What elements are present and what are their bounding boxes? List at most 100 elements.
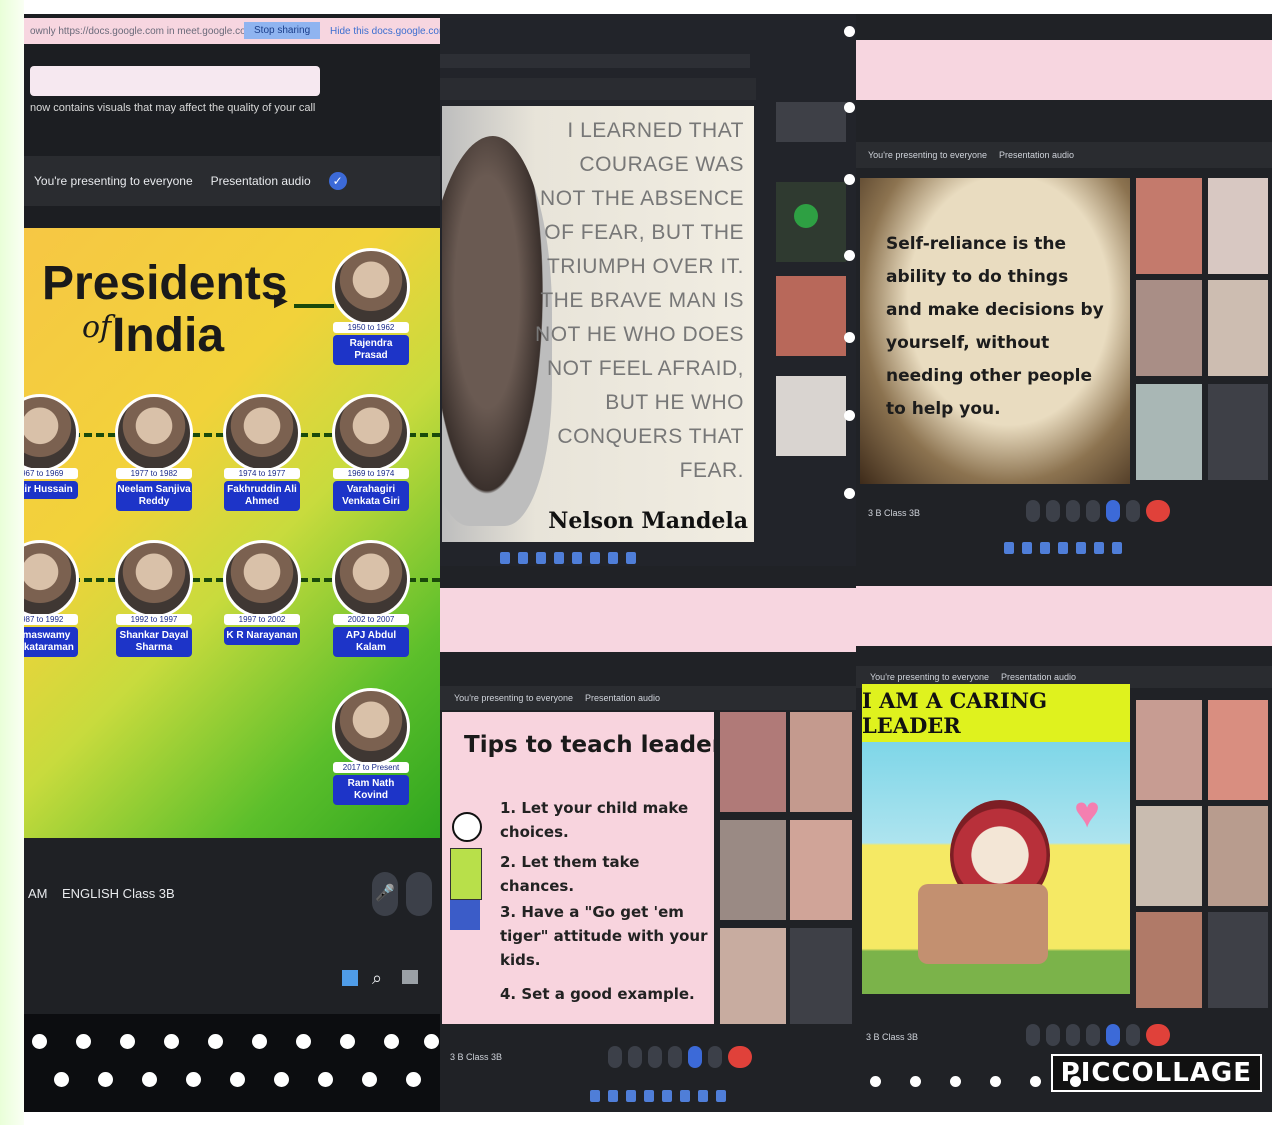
president-card: 1992 to 1997 Shankar Dayal Sharma — [112, 540, 196, 657]
presenting-text: You're presenting to everyone — [868, 150, 987, 160]
tip-item: 1. Let your child make choices. — [500, 799, 689, 841]
taskbar-app-icon[interactable] — [662, 1090, 672, 1102]
taskbar-app-icon[interactable] — [554, 552, 564, 564]
meeting-name: 3 B Class 3B — [450, 1052, 503, 1062]
taskbar-app-icon[interactable] — [608, 1090, 618, 1102]
president-name: Varahagiri Venkata Giri — [333, 481, 409, 511]
lion-body — [918, 884, 1048, 964]
president-years: 2017 to Present — [333, 762, 409, 773]
presenting-bar: You're presenting to everyone Presentati… — [856, 142, 1272, 168]
left-green-border — [0, 0, 24, 1125]
taskbar-app-icon[interactable] — [536, 552, 546, 564]
mic-icon[interactable]: 🎤 — [372, 872, 398, 916]
taskbar-app-icon[interactable] — [1040, 542, 1050, 554]
search-icon[interactable]: ⌕ — [372, 968, 382, 989]
connector-line — [294, 304, 334, 308]
camera-icon[interactable] — [1046, 500, 1060, 522]
taskbar-app-icon[interactable] — [716, 1090, 726, 1102]
caring-leader-slide: I AM A CARING LEADER ♥ — [862, 684, 1130, 994]
stop-sharing-button[interactable]: Stop sharing — [244, 22, 321, 39]
president-card: 1974 to 1977 Fakhruddin Ali Ahmed — [220, 394, 304, 511]
url-bar: ownly https://docs.google.com in meet.go… — [24, 18, 440, 44]
mic-icon[interactable] — [1026, 500, 1040, 522]
president-name: Rajendra Prasad — [333, 335, 409, 365]
president-years: 1992 to 1997 — [116, 614, 192, 625]
taskbar-app-icon[interactable] — [590, 1090, 600, 1102]
call-controls — [1026, 500, 1170, 522]
end-call-icon[interactable] — [728, 1046, 752, 1068]
present-icon[interactable] — [688, 1046, 702, 1068]
president-years: 1977 to 1982 — [116, 468, 192, 479]
mic-icon[interactable] — [1026, 1024, 1040, 1046]
raise-hand-icon[interactable] — [1126, 500, 1140, 522]
taskbar-app-icon[interactable] — [500, 552, 510, 564]
taskbar-app-icon[interactable] — [1094, 542, 1104, 554]
president-years: 1969 to 1974 — [333, 468, 409, 479]
participant-tile — [1208, 806, 1268, 906]
captions-icon[interactable] — [1066, 500, 1080, 522]
meeting-name: ENGLISH Class 3B — [62, 886, 175, 901]
captions-icon[interactable] — [1066, 1024, 1080, 1046]
tip-item: 3. Have a "Go get 'em tiger" attitude wi… — [500, 903, 708, 969]
end-call-icon[interactable] — [1146, 1024, 1170, 1046]
camera-icon[interactable] — [628, 1046, 642, 1068]
president-card: 1950 to 1962 Rajendra Prasad — [329, 248, 413, 365]
present-icon[interactable] — [1106, 500, 1120, 522]
taskbar-app-icon[interactable] — [626, 552, 636, 564]
taskbar — [1004, 542, 1122, 556]
presentation-audio-label: Presentation audio — [998, 150, 1075, 160]
taskbar-app-icon[interactable] — [608, 552, 618, 564]
quote-text: I LEARNED THAT COURAGE WAS NOT THE ABSEN… — [535, 119, 744, 482]
mic-icon[interactable] — [608, 1046, 622, 1068]
president-years: 1974 to 1977 — [224, 468, 300, 479]
reactions-icon[interactable] — [1086, 1024, 1100, 1046]
present-icon[interactable] — [1106, 1024, 1120, 1046]
reactions-icon[interactable] — [668, 1046, 682, 1068]
taskbar-app-icon[interactable] — [572, 552, 582, 564]
taskview-icon[interactable] — [402, 970, 418, 984]
self-reliance-text: Self-reliance is the ability to do thing… — [886, 234, 1104, 419]
taskbar-app-icon[interactable] — [680, 1090, 690, 1102]
windows-start-icon[interactable] — [342, 970, 358, 986]
taskbar-app-icon[interactable] — [626, 1090, 636, 1102]
presentation-audio-label: Presentation audio — [584, 693, 661, 703]
audio-checkbox-icon[interactable]: ✓ — [328, 172, 347, 190]
taskbar-app-icon[interactable] — [1058, 542, 1068, 554]
call-controls — [1026, 1024, 1170, 1046]
taskbar-app-icon[interactable] — [644, 1090, 654, 1102]
panel-presidents: ownly https://docs.google.com in meet.go… — [24, 14, 440, 1014]
taskbar-app-icon[interactable] — [1022, 542, 1032, 554]
camera-icon[interactable] — [406, 872, 432, 916]
hide-sharing-link[interactable]: Hide this docs.google.com — [330, 26, 440, 37]
president-name: Fakhruddin Ali Ahmed — [224, 481, 300, 511]
url-text: ownly https://docs.google.com in meet.go… — [30, 26, 255, 37]
taskbar-app-icon[interactable] — [1112, 542, 1122, 554]
reactions-icon[interactable] — [1086, 500, 1100, 522]
president-card: 1969 to 1974 Varahagiri Venkata Giri — [329, 394, 413, 511]
meeting-time: AM — [28, 886, 48, 901]
self-reliance-slide: Self-reliance is the ability to do thing… — [860, 178, 1130, 484]
arrow-icon: ▶ — [274, 290, 288, 310]
taskbar-app-icon[interactable] — [698, 1090, 708, 1102]
meeting-name: 3 B Class 3B — [866, 1032, 919, 1042]
tips-title: Tips to teach leadership — [464, 732, 714, 758]
taskbar-app-icon[interactable] — [1076, 542, 1086, 554]
raise-hand-icon[interactable] — [1126, 1024, 1140, 1046]
presenting-bar: You're presenting to everyone Presentati… — [24, 156, 440, 206]
raise-hand-icon[interactable] — [708, 1046, 722, 1068]
participant-tile — [1136, 912, 1202, 1008]
participant-tile — [1136, 384, 1202, 480]
participant-tile — [776, 102, 846, 142]
president-name: K R Narayanan — [224, 627, 300, 645]
president-years: 1950 to 1962 — [333, 322, 409, 333]
end-call-icon[interactable] — [1146, 500, 1170, 522]
extension-icons-row — [30, 66, 320, 96]
captions-icon[interactable] — [648, 1046, 662, 1068]
taskbar-app-icon[interactable] — [590, 552, 600, 564]
presidents-slide: Presidents of India ▶ 1950 to 1962 Rajen… — [24, 228, 440, 838]
taskbar-app-icon[interactable] — [1004, 542, 1014, 554]
tip-item: 2. Let them take chances. — [500, 853, 640, 895]
taskbar-app-icon[interactable] — [518, 552, 528, 564]
president-name: APJ Abdul Kalam — [333, 627, 409, 657]
camera-icon[interactable] — [1046, 1024, 1060, 1046]
